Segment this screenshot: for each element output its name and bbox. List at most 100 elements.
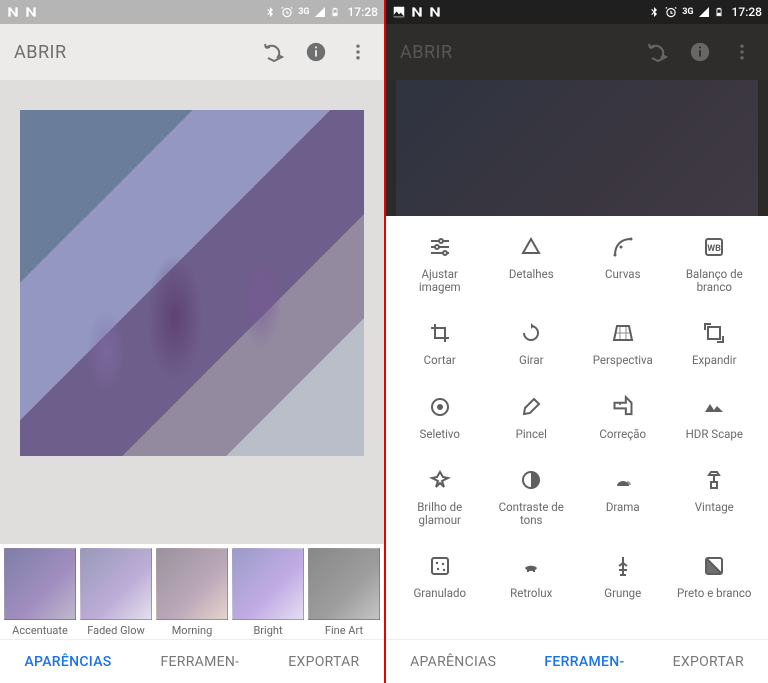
bottom-tabs: APARÊNCIAS FERRAMEN- EXPORTAR [386,639,768,683]
tool-item[interactable]: Vintage [669,467,761,527]
tool-label: Preto e branco [677,587,751,600]
bluetooth-icon [648,5,660,19]
grainy-icon [427,553,453,579]
photo-preview [20,110,364,456]
network-3g-icon: 3G [682,7,693,17]
tool-item[interactable]: Pincel [486,394,578,441]
tab-looks[interactable]: APARÊNCIAS [24,654,111,670]
tune-icon [427,234,453,260]
status-bar: 3G 17:28 [0,0,384,24]
tab-export[interactable]: EXPORTAR [673,654,744,670]
screen-tools: 3G 17:28 ABRIR Ajustar imagem Detalhes Cur… [386,0,768,683]
tool-item[interactable]: Detalhes [486,234,578,294]
tool-item[interactable]: Curvas [577,234,669,294]
signal-icon [314,6,326,18]
vintage-icon [701,467,727,493]
tab-export[interactable]: EXPORTAR [288,654,359,670]
look-thumbnail [4,548,76,620]
bottom-tabs: APARÊNCIAS FERRAMEN- EXPORTAR [0,639,384,683]
drama-icon [610,467,636,493]
screen-looks: 3G 17:28 ABRIR Accentuate [0,0,384,683]
more-icon[interactable] [730,40,754,64]
look-thumbnail [80,548,152,620]
tools-sheet: Ajustar imagem Detalhes Curvas Balanço de b… [386,216,768,639]
tool-label: Grunge [604,587,641,600]
tool-label: Ajustar imagem [400,268,480,294]
tool-label: Detalhes [509,268,554,281]
n-icon [24,5,38,19]
tool-item[interactable]: Retrolux [486,553,578,600]
tool-item[interactable]: Correção [577,394,669,441]
tool-item[interactable]: Contraste de tons [486,467,578,527]
image-canvas[interactable] [0,80,384,486]
look-label: Morning [156,624,228,637]
hdr-icon [701,394,727,420]
grunge-icon [610,553,636,579]
network-3g-icon: 3G [298,7,309,17]
tool-label: Correção [599,428,646,441]
glamour-icon [427,467,453,493]
open-button[interactable]: ABRIR [14,42,67,63]
tool-label: Expandir [692,354,736,367]
image-icon [392,5,406,19]
layers-undo-icon[interactable] [262,40,286,64]
tool-item[interactable]: HDR Scape [669,394,761,441]
healing-icon [610,394,636,420]
tab-looks[interactable]: APARÊNCIAS [410,654,496,670]
look-label: Fine Art [308,624,380,637]
perspective-icon [610,320,636,346]
tool-label: Brilho de glamour [400,501,480,527]
tool-item[interactable]: Seletivo [394,394,486,441]
info-icon[interactable] [304,40,328,64]
bluetooth-icon [264,5,276,19]
battery-icon [714,5,724,19]
bw-icon [701,553,727,579]
status-bar: 3G 17:28 [386,0,768,24]
tool-label: Curvas [605,268,641,281]
dimmed-photo-backdrop [386,80,768,216]
info-icon[interactable] [688,40,712,64]
tool-label: Vintage [695,501,734,514]
tool-label: Perspectiva [593,354,653,367]
tool-label: Cortar [424,354,456,367]
look-item[interactable]: Faded Glow [80,548,152,637]
rotate-icon [518,320,544,346]
battery-icon [330,5,340,19]
wb-icon [701,234,727,260]
tool-item[interactable]: Drama [577,467,669,527]
tool-label: Granulado [413,587,466,600]
app-bar: ABRIR [0,24,384,80]
open-button[interactable]: ABRIR [400,42,453,63]
tool-item[interactable]: Cortar [394,320,486,367]
alarm-icon [664,5,678,19]
brush-icon [518,394,544,420]
tool-label: Drama [606,501,640,514]
tool-item[interactable]: Brilho de glamour [394,467,486,527]
look-thumbnail [232,548,304,620]
layers-undo-icon[interactable] [646,40,670,64]
look-thumbnail [308,548,380,620]
tool-item[interactable]: Grunge [577,553,669,600]
look-item[interactable]: Accentuate [4,548,76,637]
look-label: Accentuate [4,624,76,637]
look-item[interactable]: Bright [232,548,304,637]
tool-item[interactable]: Preto e branco [669,553,761,600]
tool-item[interactable]: Girar [486,320,578,367]
tool-item[interactable]: Expandir [669,320,761,367]
more-icon[interactable] [346,40,370,64]
tab-tools[interactable]: FERRAMEN- [160,654,239,670]
look-item[interactable]: Fine Art [308,548,380,637]
tool-item[interactable]: Balanço de branco [669,234,761,294]
look-label: Faded Glow [80,624,152,637]
tonal-icon [518,467,544,493]
tool-item[interactable]: Perspectiva [577,320,669,367]
look-item[interactable]: Morning [156,548,228,637]
look-thumbnail [156,548,228,620]
tab-tools[interactable]: FERRAMEN- [544,654,624,670]
looks-strip[interactable]: Accentuate Faded Glow Morning Bright Fin… [0,544,384,639]
tool-label: Pincel [516,428,547,441]
spacer [0,486,384,544]
tool-label: Retrolux [510,587,552,600]
tool-item[interactable]: Ajustar imagem [394,234,486,294]
tool-item[interactable]: Granulado [394,553,486,600]
